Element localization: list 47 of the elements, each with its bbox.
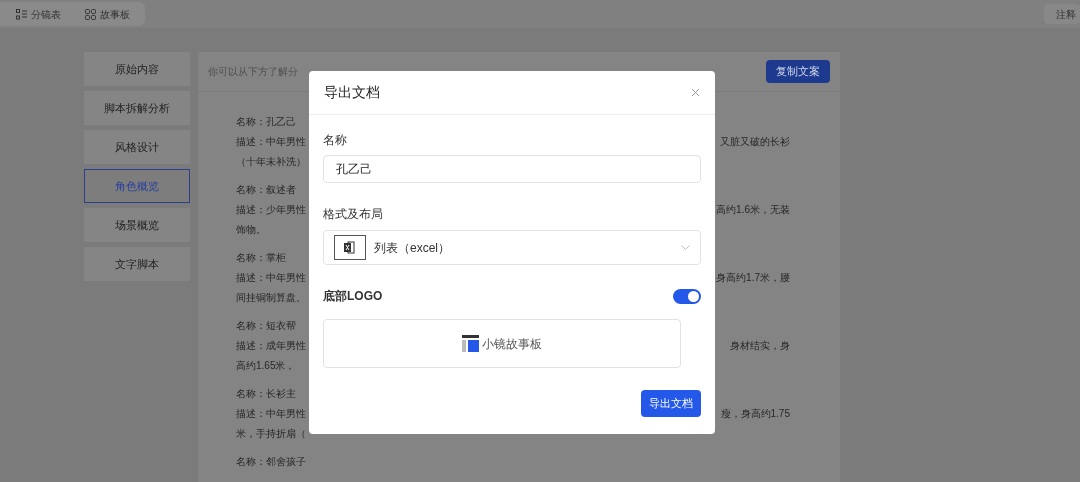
character-text: 身高约1.7米，腰	[716, 270, 790, 285]
field-label: 格式及布局	[323, 206, 384, 223]
field-label: 底部LOGO	[323, 288, 383, 305]
annotation-button[interactable]: 注释	[1044, 4, 1080, 24]
character-text: 身材结实，身	[730, 338, 790, 353]
nav-item[interactable]: 原始内容	[84, 52, 190, 86]
name-field[interactable]: 孔乙己	[323, 155, 701, 183]
nav-item[interactable]: 脚本拆解分析	[84, 91, 190, 125]
character-text: 名称：邻舍孩子	[236, 454, 306, 469]
character-text: （十年未补洗）	[236, 154, 306, 169]
dialog-title: 导出文档	[324, 83, 380, 102]
character-text: 描述：中年男性	[236, 134, 306, 149]
logo-icon	[462, 335, 479, 352]
character-text: 描述：少年男性	[236, 202, 306, 217]
list-icon	[16, 8, 27, 20]
select-value: 列表（excel）	[374, 239, 451, 257]
character-text: 名称：孔乙己	[236, 114, 296, 129]
logo-toggle[interactable]	[673, 288, 701, 304]
format-select[interactable]: 列表（excel）	[323, 230, 701, 265]
character-text: 饰物。	[236, 222, 266, 237]
character-text: 描述：中年男性	[236, 270, 306, 285]
character-text: 名称：掌柜	[236, 250, 286, 265]
character-text: 名称：长衫主	[236, 386, 296, 401]
character-text: 名称：短衣帮	[236, 318, 296, 333]
nav-item[interactable]: 文字脚本	[84, 247, 190, 281]
chevron-down-icon	[681, 245, 690, 250]
character-text: 又脏又破的长衫	[720, 134, 790, 149]
character-text: 高约1.65米，	[236, 358, 296, 373]
character-text: 米，手持折扇（	[236, 426, 306, 441]
character-text: 高约1.6米，无装	[716, 202, 790, 217]
nav-item[interactable]: 场景概览	[84, 208, 190, 242]
nav-item[interactable]: 风格设计	[84, 130, 190, 164]
nav-item[interactable]: 角色概览	[84, 169, 190, 203]
close-icon[interactable]	[691, 88, 700, 97]
view-tab[interactable]: 故事板	[85, 6, 130, 22]
excel-icon	[334, 235, 366, 260]
export-button[interactable]: 导出文档	[641, 390, 701, 417]
character-text: 描述：中年男性	[236, 406, 306, 421]
logo-text: 小镜故事板	[482, 335, 542, 353]
copy-button[interactable]: 复制文案	[766, 60, 830, 83]
character-text: 间挂铜制算盘。	[236, 290, 306, 305]
character-text: 名称：叙述者	[236, 182, 296, 197]
character-text: 瘦，身高约1.75	[720, 406, 790, 421]
grid-icon	[85, 8, 96, 20]
view-tab[interactable]: 分镜表	[16, 6, 61, 22]
character-text: 描述：成年男性	[236, 338, 306, 353]
field-label: 名称	[323, 132, 348, 149]
